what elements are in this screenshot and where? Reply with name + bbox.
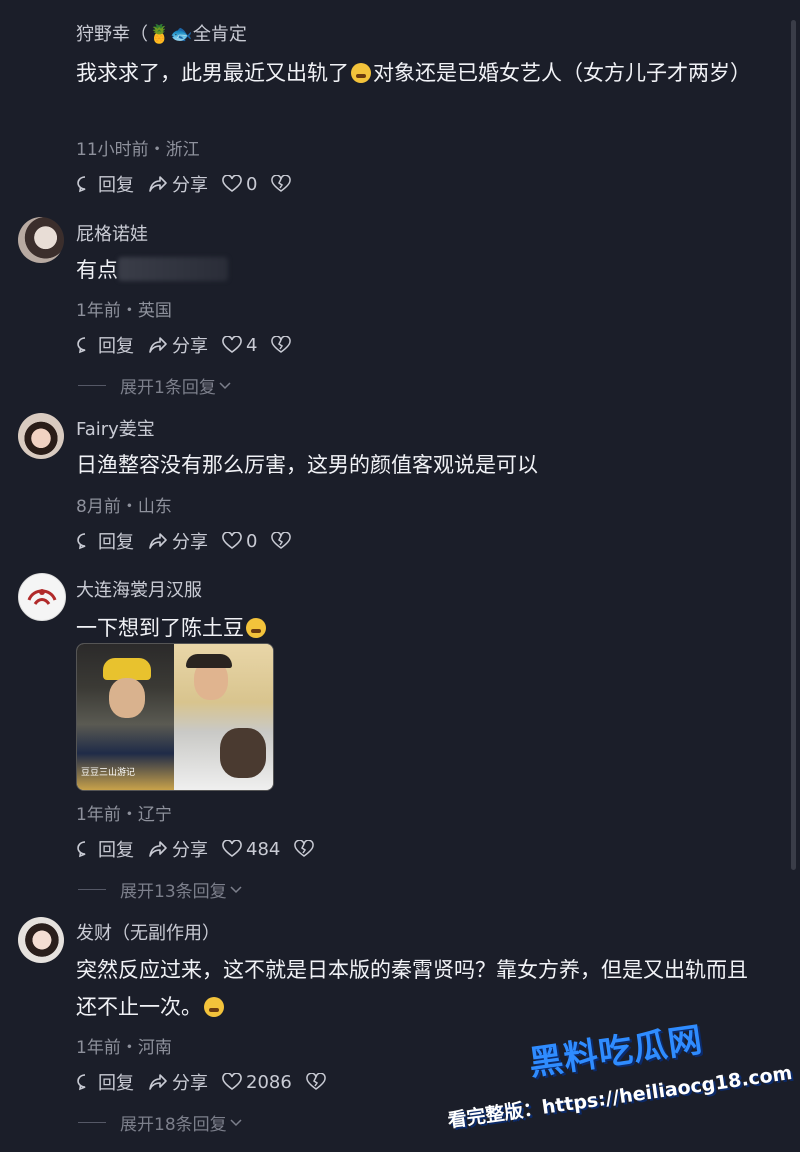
divider <box>78 1122 106 1123</box>
dislike-button[interactable] <box>271 532 295 550</box>
reply-button[interactable]: 回复 <box>76 332 134 358</box>
dislike-button[interactable] <box>294 840 318 858</box>
reply-button[interactable]: 回复 <box>76 1069 134 1095</box>
chevron-down-icon <box>219 381 231 389</box>
photo-left: 豆豆三山游记 <box>77 644 174 790</box>
heart-icon <box>222 840 242 857</box>
laughing-emoji-icon <box>204 997 224 1017</box>
reply-button[interactable]: 回复 <box>76 528 134 554</box>
share-button[interactable]: 分享 <box>148 171 208 197</box>
comment-meta: 1年前・英国 <box>76 301 172 321</box>
comment-actions: 回复 分享 0 <box>76 528 309 554</box>
reply-icon <box>77 1074 86 1091</box>
comment-actions: 回复 分享 0 <box>76 171 309 197</box>
comment-meta: 8月前・山东 <box>76 497 172 517</box>
like-button[interactable]: 484 <box>222 839 280 860</box>
avatar[interactable] <box>18 917 64 963</box>
share-button[interactable]: 分享 <box>148 332 208 358</box>
photo-right <box>174 644 273 790</box>
comment-meta: 1年前・辽宁 <box>76 805 172 825</box>
dislike-button[interactable] <box>271 175 295 193</box>
grimace-emoji-icon <box>246 618 266 638</box>
comment-meta: 11小时前・浙江 <box>76 140 200 160</box>
broken-heart-icon <box>294 840 315 857</box>
heart-icon <box>222 1073 242 1090</box>
expand-replies-button[interactable]: 展开13条回复 <box>78 877 243 902</box>
share-button[interactable]: 分享 <box>148 528 208 554</box>
reply-button[interactable]: 回复 <box>76 171 134 197</box>
avatar[interactable] <box>18 573 66 621</box>
broken-heart-icon <box>271 175 292 192</box>
share-button[interactable]: 分享 <box>148 836 208 862</box>
expand-replies-button[interactable]: 展开18条回复 <box>78 1110 243 1135</box>
reply-icon <box>77 533 86 550</box>
reply-button[interactable]: 回复 <box>76 836 134 862</box>
comment-username[interactable]: Fairy姜宝 <box>76 415 155 441</box>
comment-username[interactable]: 发财（无副作用） <box>76 919 220 945</box>
blurred-text <box>118 257 228 281</box>
share-button[interactable]: 分享 <box>148 1069 208 1095</box>
avatar[interactable] <box>18 217 64 263</box>
face <box>109 678 145 718</box>
heart-icon <box>222 336 242 353</box>
comment-text: 突然反应过来，这不就是日本版的秦霄贤吗？靠女方养，但是又出轨而且还不止一次。 <box>76 958 748 1019</box>
broken-heart-icon <box>306 1073 326 1090</box>
share-icon <box>149 337 167 353</box>
like-button[interactable]: 2086 <box>222 1072 292 1093</box>
reply-icon <box>77 337 86 354</box>
heart-icon <box>222 175 242 192</box>
chevron-down-icon <box>230 885 242 893</box>
avatar[interactable] <box>18 413 64 459</box>
fearful-emoji-icon <box>351 63 371 83</box>
share-icon <box>149 176 167 192</box>
chevron-down-icon <box>230 1118 242 1126</box>
scrollbar[interactable] <box>791 20 796 870</box>
heart-icon <box>222 532 242 549</box>
reply-icon <box>77 841 86 858</box>
share-icon <box>149 533 167 549</box>
comment-username[interactable]: 屁格诺娃 <box>76 220 148 246</box>
comment-username[interactable]: 大连海裳月汉服 <box>76 576 202 602</box>
comment-text: 一下想到了陈土豆 <box>76 610 776 647</box>
dislike-button[interactable] <box>271 336 295 354</box>
comment-text: 日渔整容没有那么厉害，这男的颜值客观说是可以 <box>76 453 538 477</box>
comment-username[interactable]: 狩野幸（🍍🐟全肯定 <box>76 20 247 46</box>
like-button[interactable]: 0 <box>222 531 257 552</box>
dog <box>220 728 266 778</box>
broken-heart-icon <box>271 532 292 549</box>
share-icon <box>149 841 167 857</box>
divider <box>78 889 106 890</box>
comment-meta: 1年前・河南 <box>76 1038 172 1058</box>
photo-caption: 豆豆三山游记 <box>81 768 136 778</box>
hair <box>186 654 232 668</box>
cap <box>103 658 151 680</box>
logo-icon <box>27 589 57 605</box>
comment-actions: 回复 分享 2086 <box>76 1069 344 1095</box>
expand-replies-button[interactable]: 展开1条回复 <box>78 373 232 398</box>
dislike-button[interactable] <box>306 1073 330 1091</box>
like-button[interactable]: 4 <box>222 335 257 356</box>
divider <box>78 385 106 386</box>
comment-actions: 回复 分享 4 <box>76 332 309 358</box>
comment-text: 有点 <box>76 252 776 289</box>
comment-text: 我求求了，此男最近又出轨了 对象还是已婚女艺人（女方儿子才两岁） <box>76 61 751 85</box>
like-button[interactable]: 0 <box>222 174 257 195</box>
broken-heart-icon <box>271 336 292 353</box>
reply-icon <box>77 176 86 193</box>
share-icon <box>149 1074 167 1090</box>
comment-actions: 回复 分享 484 <box>76 836 332 862</box>
comment-image[interactable]: 豆豆三山游记 <box>76 643 274 791</box>
